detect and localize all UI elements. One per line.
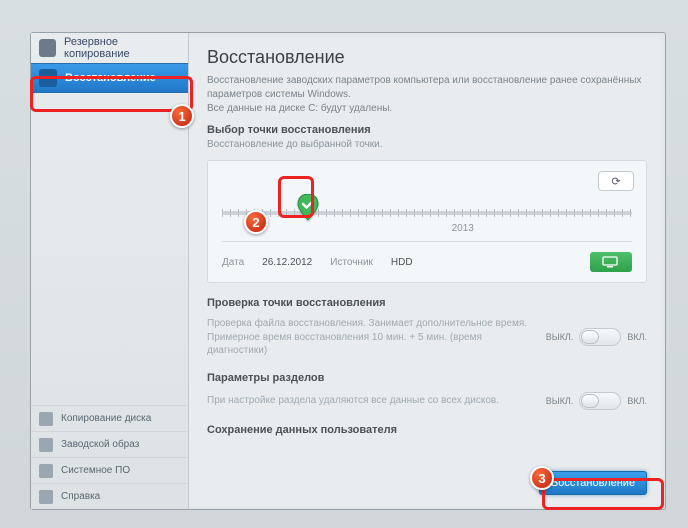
sidebar-item-backup[interactable]: Резервное копирование [31,33,188,63]
userdata-heading: Сохранение данных пользователя [207,424,647,436]
sidebar-item-restore[interactable]: Восстановление [31,63,188,93]
check-toggle-group: ВЫКЛ. ВКЛ. [546,328,647,346]
sidebar-item-label: Справка [61,491,100,502]
sidebar-item-label: Копирование диска [61,413,151,424]
timeline-ticks [222,209,632,217]
restore-button[interactable]: Восстановление [539,471,647,495]
sidebar-item-help[interactable]: Справка [31,483,188,509]
restore-icon [39,69,57,87]
sidebar-item-label: Восстановление [65,72,156,84]
toggle-off-label: ВЫКЛ. [546,396,574,406]
partitions-toggle[interactable] [579,392,621,410]
timeline-year-label: 2013 [452,223,474,234]
main-panel: Восстановление Восстановление заводских … [189,33,665,509]
toggle-off-label: ВЫКЛ. [546,332,574,342]
refresh-button[interactable]: ⟳ [598,171,634,191]
sidebar-item-label: Системное ПО [61,465,130,476]
date-value: 26.12.2012 [262,257,312,268]
toggle-on-label: ВКЛ. [627,396,647,406]
sidebar-item-label: Заводской образ [61,439,139,450]
partitions-desc: При настройке раздела удаляются все данн… [207,394,536,408]
monitor-icon [602,256,620,268]
sidebar-item-system-sw[interactable]: Системное ПО [31,457,188,483]
backup-icon [39,39,56,57]
page-warning: Все данные на диске C: будут удалены. [207,103,647,114]
sidebar-item-disk-copy[interactable]: Копирование диска [31,405,188,431]
system-sw-icon [39,464,53,478]
factory-image-icon [39,438,53,452]
disk-copy-icon [39,412,53,426]
source-label: Источник [330,257,373,268]
partitions-heading: Параметры разделов [207,372,647,384]
partitions-toggle-group: ВЫКЛ. ВКЛ. [546,392,647,410]
app-window: Резервное копирование Восстановление Коп… [30,32,666,510]
check-toggle[interactable] [579,328,621,346]
timeline-track[interactable]: 2013 [222,197,632,227]
refresh-icon: ⟳ [611,175,620,188]
source-value: HDD [391,257,413,268]
sidebar-item-label: Резервное копирование [64,36,180,60]
date-label: Дата [222,257,244,268]
restore-point-meta: Дата 26.12.2012 Источник HDD [222,252,632,272]
page-title: Восстановление [207,47,647,68]
restore-point-heading: Выбор точки восстановления [207,124,647,136]
toggle-on-label: ВКЛ. [627,332,647,342]
restore-button-label: Восстановление [551,477,635,489]
restore-point-marker-icon [297,194,319,222]
check-desc: Проверка файла восстановления. Занимает … [207,317,536,358]
timeline-panel: ⟳ 2013 Дата 26.12.2012 Источник HDD [207,160,647,283]
page-subtitle: Восстановление заводских параметров комп… [207,74,647,101]
sidebar: Резервное копирование Восстановление Коп… [31,33,189,509]
sidebar-item-factory-image[interactable]: Заводской образ [31,431,188,457]
details-button[interactable] [590,252,632,272]
timeline-handle[interactable] [296,193,320,223]
restore-point-sub: Восстановление до выбранной точки. [207,139,647,150]
help-icon [39,490,53,504]
check-heading: Проверка точки восстановления [207,297,647,309]
